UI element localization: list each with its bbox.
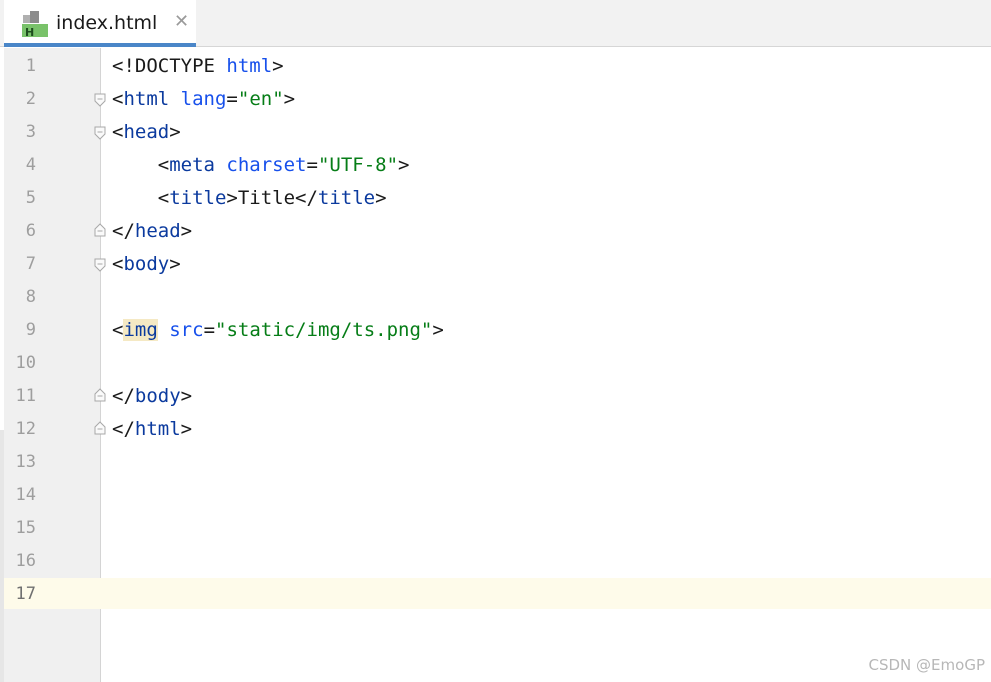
code-line-4[interactable]: <meta charset="UTF-8"> xyxy=(112,149,410,182)
code-line-1[interactable]: <!DOCTYPE html> xyxy=(112,50,284,83)
line-number: 12 xyxy=(15,419,36,439)
line-number: 13 xyxy=(15,452,36,472)
line-number: 1 xyxy=(25,56,36,76)
line-number: 10 xyxy=(15,353,36,373)
fold-end-icon[interactable] xyxy=(94,421,106,435)
code-line-9[interactable]: <img src="static/img/ts.png"> xyxy=(112,314,444,347)
line-number-current: 17 xyxy=(15,584,36,604)
fold-open-icon[interactable] xyxy=(94,93,106,107)
tab-index-html[interactable]: H index.html ✕ xyxy=(4,0,196,47)
html-file-icon-letter: H xyxy=(25,26,34,39)
code-line-5[interactable]: <title>Title</title> xyxy=(112,182,387,215)
line-number: 4 xyxy=(25,155,36,175)
code-line-3[interactable]: <head> xyxy=(112,116,181,149)
code-line-11[interactable]: </body> xyxy=(112,380,192,413)
line-number: 15 xyxy=(15,518,36,538)
line-number: 9 xyxy=(25,320,36,340)
line-number: 8 xyxy=(25,287,36,307)
tab-label: index.html xyxy=(56,12,158,34)
matched-tag-highlight: img xyxy=(123,319,158,341)
line-number: 11 xyxy=(15,386,36,406)
line-number: 14 xyxy=(15,485,36,505)
close-icon[interactable]: ✕ xyxy=(174,12,189,32)
line-number: 3 xyxy=(25,122,36,142)
code-line-7[interactable]: <body> xyxy=(112,248,181,281)
code-line-2[interactable]: <html lang="en"> xyxy=(112,83,295,116)
watermark: CSDN @EmoGP xyxy=(868,656,985,674)
line-number: 6 xyxy=(25,221,36,241)
code-line-6[interactable]: </head> xyxy=(112,215,192,248)
line-number: 16 xyxy=(15,551,36,571)
fold-open-icon[interactable] xyxy=(94,258,106,272)
current-line-highlight xyxy=(4,578,991,609)
code-line-12[interactable]: </html> xyxy=(112,413,192,446)
html-file-icon: H xyxy=(22,11,48,39)
fold-end-icon[interactable] xyxy=(94,223,106,237)
fold-open-icon[interactable] xyxy=(94,126,106,140)
fold-end-icon[interactable] xyxy=(94,388,106,402)
line-number: 7 xyxy=(25,254,36,274)
line-number: 2 xyxy=(25,89,36,109)
editor-tab-bar: H index.html ✕ xyxy=(0,0,991,47)
line-number: 5 xyxy=(25,188,36,208)
